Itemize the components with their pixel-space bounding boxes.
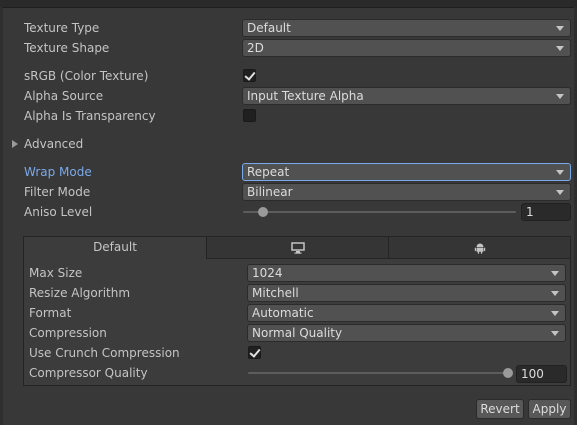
- compression-dropdown[interactable]: Normal Quality: [247, 324, 566, 342]
- chevron-down-icon: [556, 26, 564, 31]
- tab-standalone[interactable]: [207, 237, 389, 259]
- resize-algorithm-dropdown[interactable]: Mitchell: [247, 284, 566, 302]
- chevron-down-icon: [556, 190, 564, 195]
- chevron-down-icon: [556, 170, 564, 175]
- alpha-source-label: Alpha Source: [24, 89, 104, 103]
- texture-shape-value: 2D: [247, 41, 264, 55]
- compressor-quality-slider-track[interactable]: [248, 372, 510, 374]
- srgb-label: sRGB (Color Texture): [24, 69, 149, 83]
- max-size-value: 1024: [252, 266, 283, 280]
- chevron-down-icon: [556, 46, 564, 51]
- window-top-bar: [0, 0, 577, 8]
- filter-mode-label: Filter Mode: [24, 185, 91, 199]
- advanced-label: Advanced: [24, 137, 84, 151]
- chevron-down-icon: [556, 94, 564, 99]
- tab-android[interactable]: [389, 237, 570, 259]
- srgb-checkbox[interactable]: [243, 69, 256, 82]
- wrap-mode-label: Wrap Mode: [24, 165, 92, 179]
- texture-shape-dropdown[interactable]: 2D: [242, 39, 571, 57]
- aniso-level-label: Aniso Level: [24, 205, 93, 219]
- texture-type-value: Default: [247, 21, 291, 35]
- compressor-quality-label: Compressor Quality: [29, 366, 148, 380]
- checkmark-icon: [249, 346, 261, 358]
- texture-type-label: Texture Type: [24, 21, 100, 35]
- aniso-level-field[interactable]: 1: [521, 203, 571, 221]
- monitor-icon: [290, 242, 305, 254]
- apply-button[interactable]: Apply: [528, 399, 571, 419]
- texture-shape-label: Texture Shape: [24, 41, 110, 55]
- android-icon: [474, 243, 485, 254]
- revert-button[interactable]: Revert: [476, 399, 524, 419]
- alpha-source-dropdown[interactable]: Input Texture Alpha: [242, 87, 571, 105]
- tab-default[interactable]: Default: [24, 237, 207, 259]
- format-dropdown[interactable]: Automatic: [247, 304, 566, 322]
- compressor-quality-field[interactable]: 100: [516, 365, 567, 383]
- compression-value: Normal Quality: [252, 326, 343, 340]
- alpha-is-transparency-label: Alpha Is Transparency: [24, 109, 156, 123]
- max-size-dropdown[interactable]: 1024: [247, 264, 566, 282]
- aniso-level-slider-handle[interactable]: [258, 207, 268, 217]
- use-crunch-label: Use Crunch Compression: [29, 346, 180, 360]
- aniso-level-slider-track[interactable]: [243, 211, 516, 213]
- wrap-mode-value: Repeat: [247, 165, 290, 179]
- filter-mode-dropdown[interactable]: Bilinear: [242, 183, 571, 201]
- platform-tabs: Default: [24, 237, 570, 259]
- compression-label: Compression: [29, 326, 107, 340]
- window-left-edge: [0, 7, 3, 425]
- foldout-arrow-icon: [12, 140, 18, 148]
- chevron-down-icon: [551, 291, 559, 296]
- checkmark-icon: [244, 69, 256, 81]
- format-value: Automatic: [252, 306, 314, 320]
- alpha-is-transparency-checkbox[interactable]: [243, 109, 256, 122]
- compressor-quality-slider-handle[interactable]: [503, 368, 513, 378]
- use-crunch-checkbox[interactable]: [248, 346, 261, 359]
- format-label: Format: [29, 306, 72, 320]
- resize-algorithm-label: Resize Algorithm: [29, 286, 131, 300]
- filter-mode-value: Bilinear: [247, 185, 293, 199]
- wrap-mode-dropdown[interactable]: Repeat: [242, 163, 571, 181]
- chevron-down-icon: [551, 271, 559, 276]
- chevron-down-icon: [551, 331, 559, 336]
- resize-algorithm-value: Mitchell: [252, 286, 299, 300]
- max-size-label: Max Size: [29, 266, 83, 280]
- texture-type-dropdown[interactable]: Default: [242, 19, 571, 37]
- alpha-source-value: Input Texture Alpha: [247, 89, 364, 103]
- tab-default-label: Default: [93, 240, 137, 254]
- chevron-down-icon: [551, 311, 559, 316]
